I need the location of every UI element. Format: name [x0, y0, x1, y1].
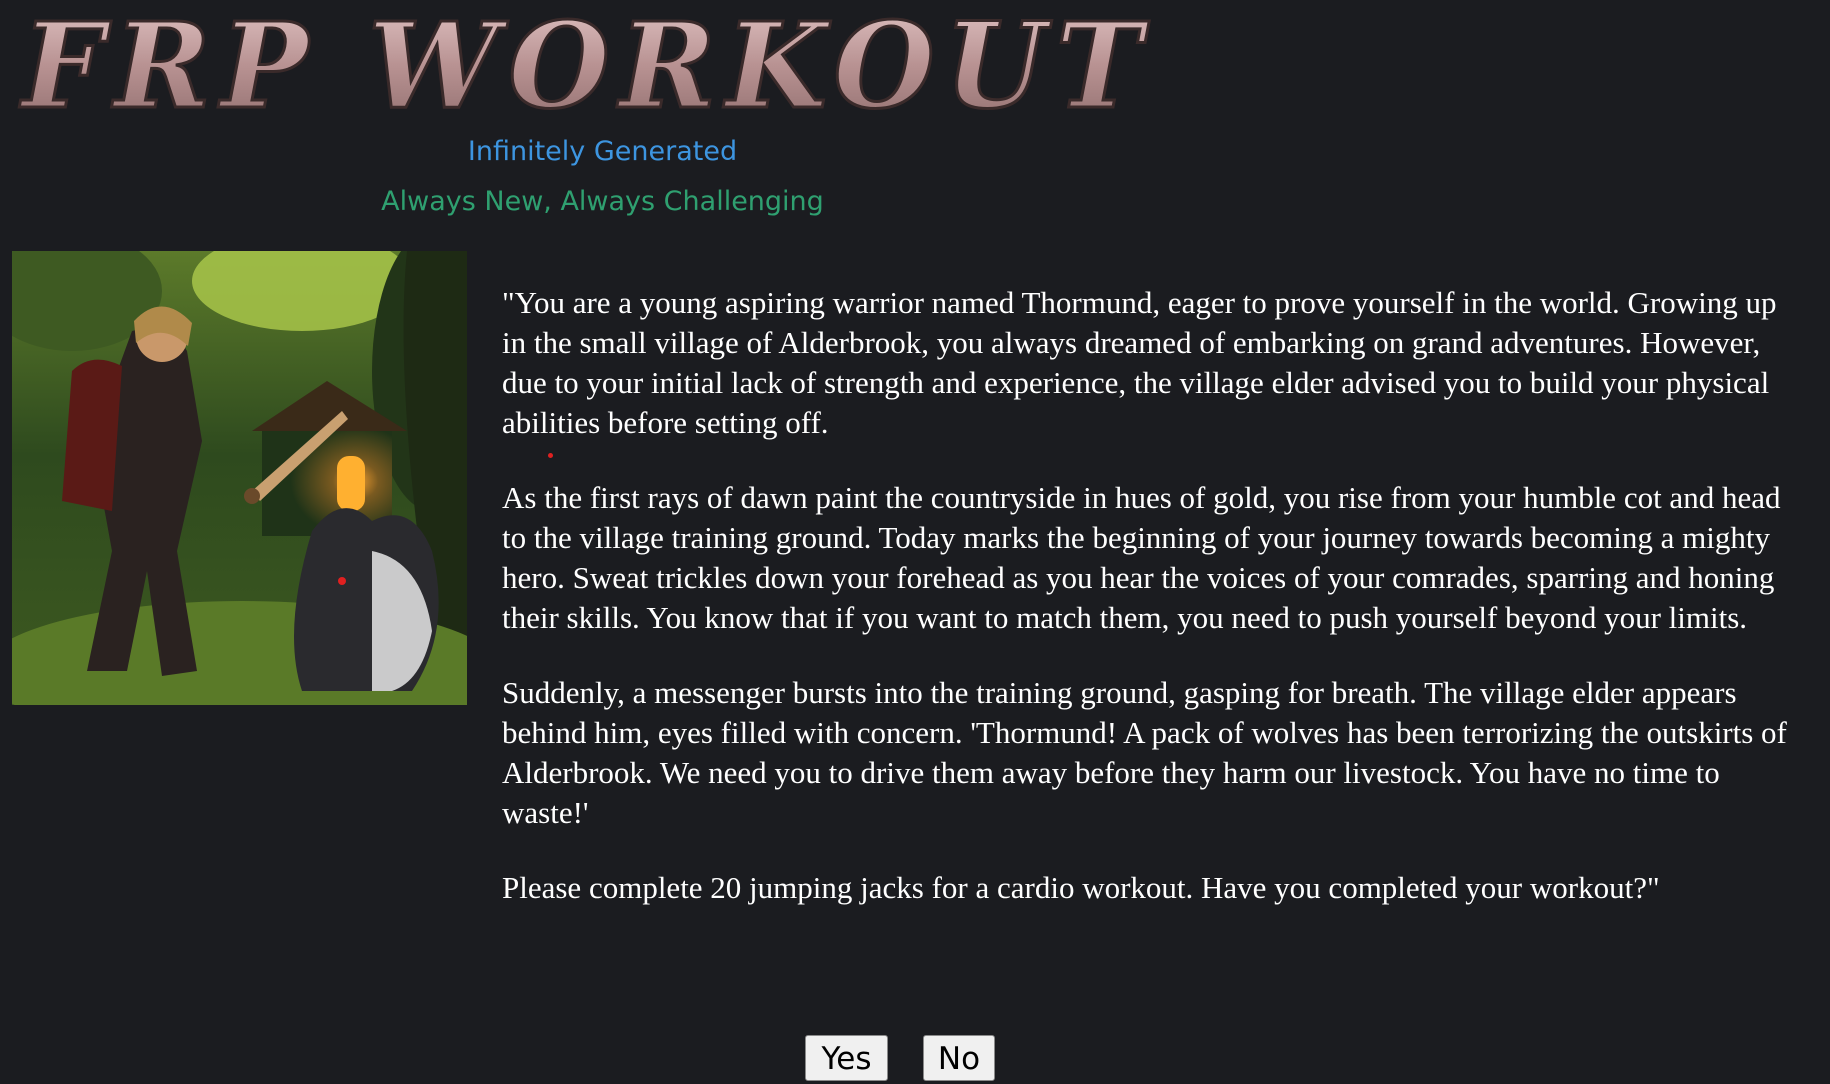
logo: FRP WORKOUT: [14, 2, 1164, 127]
no-button[interactable]: No: [923, 1035, 995, 1081]
story-paragraph: Please complete 20 jumping jacks for a c…: [502, 870, 1660, 905]
warrior-with-wolf-illustration: [12, 251, 467, 705]
story-paragraph: As the first rays of dawn paint the coun…: [502, 480, 1781, 635]
tagline-primary: Infinitely Generated: [467, 136, 738, 167]
yes-button[interactable]: Yes: [805, 1035, 888, 1081]
answer-buttons: Yes No: [805, 1035, 995, 1081]
story-text: "You are a young aspiring warrior named …: [502, 283, 1802, 943]
story-paragraph: "You are a young aspiring warrior named …: [502, 285, 1777, 440]
cursor-dot: [548, 453, 553, 458]
tagline-secondary: Always New, Always Challenging: [381, 186, 824, 217]
logo-text: FRP WORKOUT: [19, 2, 1152, 127]
story-paragraph: Suddenly, a messenger bursts into the tr…: [502, 675, 1787, 830]
